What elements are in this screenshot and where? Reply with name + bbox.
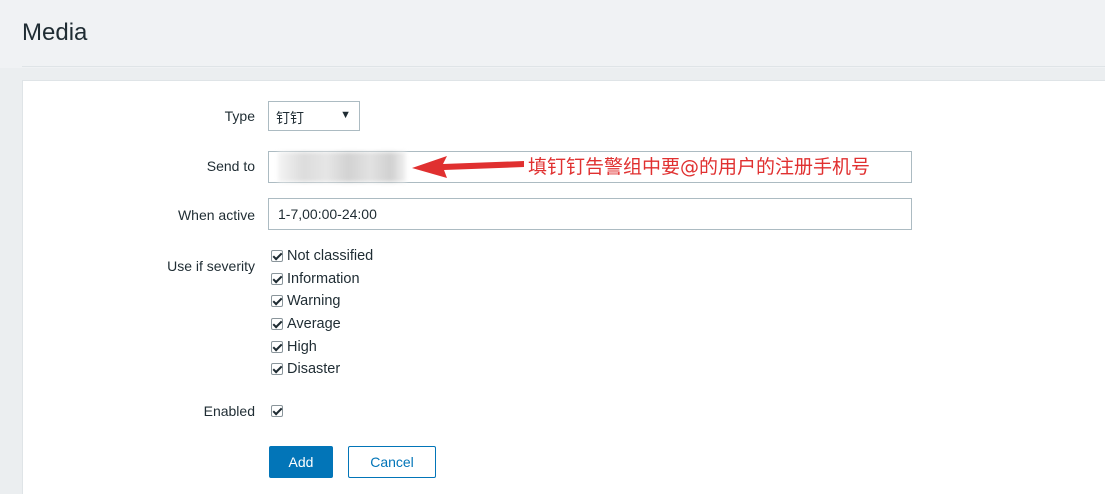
severity-option-label: High	[287, 339, 317, 355]
checkbox-checked-icon[interactable]	[271, 341, 283, 353]
checkbox-checked-icon[interactable]	[271, 273, 283, 285]
severity-not-classified[interactable]: Not classified	[271, 245, 373, 267]
checkbox-checked-icon[interactable]	[271, 363, 283, 375]
checkbox-checked-icon[interactable]	[271, 295, 283, 307]
annotation-text: 填钉钉告警组中要@的用户的注册手机号	[528, 156, 871, 178]
severity-average[interactable]: Average	[271, 313, 341, 335]
cancel-button[interactable]: Cancel	[348, 446, 436, 478]
severity-option-label: Warning	[287, 293, 341, 309]
when-active-label: When active	[177, 207, 255, 223]
severity-warning[interactable]: Warning	[271, 290, 340, 312]
checkbox-checked-icon[interactable]	[271, 250, 283, 262]
severity-information[interactable]: Information	[271, 268, 360, 290]
enabled-label: Enabled	[203, 403, 255, 419]
arrow-shape	[412, 156, 524, 178]
severity-option-label: Information	[287, 271, 360, 287]
severity-option-label: Average	[287, 316, 341, 332]
severity-option-label: Disaster	[287, 361, 341, 377]
enabled-checkbox-row[interactable]	[271, 400, 287, 422]
severity-label: Use if severity	[167, 258, 255, 274]
severity-disaster[interactable]: Disaster	[271, 358, 340, 380]
checkbox-checked-icon[interactable]	[271, 405, 283, 417]
annotation-arrow-icon	[412, 156, 524, 178]
severity-option-label: Not classified	[287, 248, 374, 264]
checkbox-checked-icon[interactable]	[271, 318, 283, 330]
when-active-input[interactable]: 1-7,00:00-24:00	[268, 198, 912, 230]
add-button[interactable]: Add	[269, 446, 333, 478]
severity-high[interactable]: High	[271, 336, 317, 358]
